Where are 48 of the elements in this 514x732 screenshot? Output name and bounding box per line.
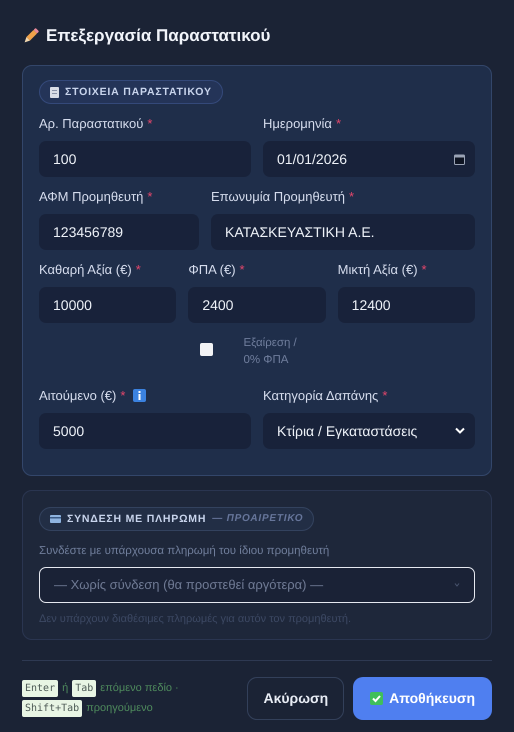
cancel-button[interactable]: Ακύρωση bbox=[247, 676, 344, 720]
checkbox-label: Εξαίρεση / 0% ΦΠΑ bbox=[243, 336, 298, 368]
key-label: Tab bbox=[72, 680, 96, 696]
required-mark: * bbox=[348, 189, 354, 204]
field-label: Καθαρή Αξία (€) bbox=[39, 262, 132, 277]
field-label: Αιτούμενο (€) bbox=[39, 388, 116, 402]
required-mark: * bbox=[147, 189, 152, 204]
input-field[interactable]: 5000 bbox=[39, 412, 251, 448]
key-label: Enter bbox=[22, 680, 58, 696]
field-label: Ημερομηνία bbox=[263, 116, 332, 131]
input-field[interactable]: 100 bbox=[39, 141, 251, 177]
description-text: Συνδέστε με υπάρχουσα πληρωμή του ίδιου προμηθευτή bbox=[39, 544, 330, 556]
required-mark: * bbox=[336, 116, 341, 131]
pencil-icon bbox=[22, 27, 40, 45]
category-select[interactable]: Κτίρια / Εγκαταστάσεις bbox=[263, 412, 475, 448]
section-badge: ΣΤΟΙΧΕΙΑ ΠΑΡΑΣΤΑΤΙΚΟΥ bbox=[39, 80, 223, 104]
required-mark: * bbox=[120, 388, 126, 402]
document-icon bbox=[50, 86, 59, 98]
section-badge: ΣΥΝΔΕΣΗ ΜΕ ΠΛΗΡΩΜΗ — ΠΡΟΑΙΡΕΤΙΚΟ bbox=[39, 506, 314, 530]
chevron-icon bbox=[455, 427, 465, 434]
field-label: ΦΠΑ (€) bbox=[188, 262, 236, 277]
date-field[interactable]: 01/01/2026 bbox=[263, 141, 475, 177]
dialog-title: Επεξεργασία Παραστατικού bbox=[46, 26, 270, 46]
hint-text: επόμενο πεδίο · bbox=[100, 682, 179, 694]
required-mark: * bbox=[147, 116, 152, 131]
input-field[interactable]: 10000 bbox=[39, 287, 176, 323]
field-label: Μικτή Αξία (€) bbox=[338, 262, 418, 277]
field-label: Κατηγορία Δαπάνης bbox=[263, 388, 378, 402]
field-label: Επωνυμία Προμηθευτή bbox=[211, 189, 345, 204]
required-mark: * bbox=[382, 388, 388, 402]
hint-text: προηγούμενο bbox=[86, 702, 153, 714]
required-mark: * bbox=[422, 262, 427, 277]
required-mark: * bbox=[136, 262, 141, 277]
input-field[interactable]: 12400 bbox=[338, 287, 475, 323]
chevron-icon bbox=[454, 582, 460, 588]
checkbox[interactable] bbox=[200, 343, 214, 356]
key-label: Shift+Tab bbox=[22, 700, 82, 716]
field-label: ΑΦΜ Προμηθευτή bbox=[39, 189, 144, 204]
input-field[interactable]: 123456789 bbox=[39, 214, 199, 250]
field-label: Αρ. Παραστατικού bbox=[39, 116, 144, 131]
check-icon bbox=[370, 692, 384, 704]
required-mark: * bbox=[240, 262, 245, 277]
card-icon bbox=[50, 514, 61, 522]
hint-text: ή bbox=[62, 682, 68, 694]
calendar-icon bbox=[454, 154, 465, 164]
input-field[interactable]: 2400 bbox=[188, 287, 326, 323]
input-field[interactable]: ΚΑΤΑΣΚΕΥΑΣΤΙΚΗ Α.Ε. bbox=[211, 214, 475, 250]
save-button[interactable]: Αποθήκευση bbox=[353, 676, 492, 720]
